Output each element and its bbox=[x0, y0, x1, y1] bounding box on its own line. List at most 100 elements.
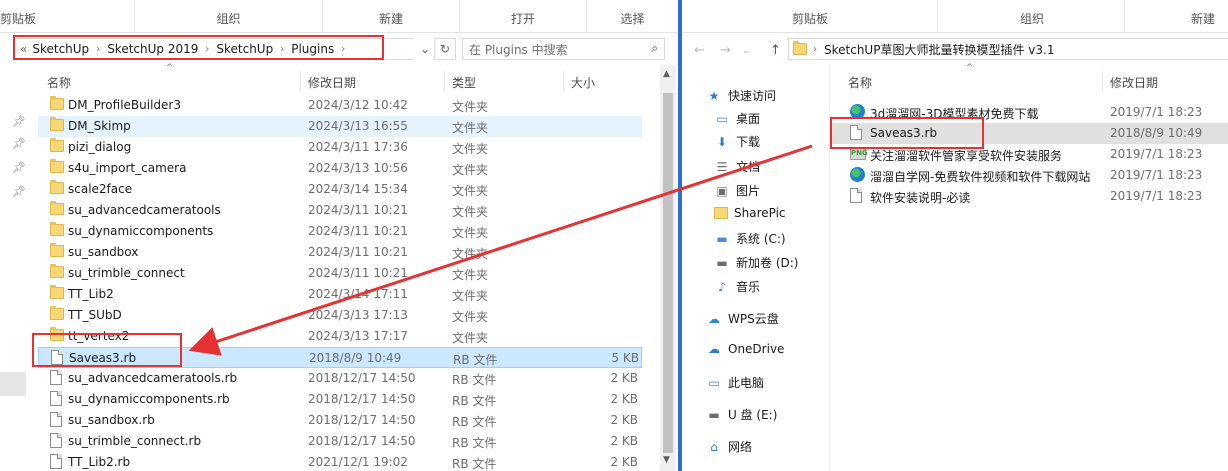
file-name: pizi_dialog bbox=[68, 140, 132, 154]
ribbon-group-organize[interactable]: 组织 bbox=[938, 0, 1125, 33]
back-arrow-icon[interactable]: ← bbox=[694, 43, 705, 58]
file-name: su_sandbox bbox=[68, 245, 139, 259]
scrollbar-thumb[interactable] bbox=[663, 93, 673, 453]
file-date: 2019/7/1 18:23 bbox=[1110, 168, 1203, 182]
refresh-icon[interactable]: ↻ bbox=[434, 38, 456, 60]
pin-icon[interactable]: 📌︎ bbox=[12, 137, 26, 150]
file-row[interactable]: su_advancedcameratools.rb 2018/12/17 14:5… bbox=[38, 368, 642, 389]
file-row[interactable]: su_trimble_connect 2024/3/11 10:21 文件夹 bbox=[38, 263, 642, 284]
file-name: 关注溜溜软件管家享受软件安装服务 bbox=[870, 149, 1063, 163]
ribbon-group-select[interactable]: 选择 bbox=[587, 0, 678, 33]
desktop-icon: ▭ bbox=[716, 111, 728, 126]
file-type: 文件夹 bbox=[452, 226, 489, 240]
ribbon-group-label: 打开 bbox=[510, 12, 535, 26]
file-row[interactable]: su_sandbox.rb 2018/12/17 14:50 RB 文件 2 KB bbox=[38, 410, 642, 431]
pin-icon[interactable]: 📌︎ bbox=[12, 115, 26, 128]
nav-item[interactable]: ▭ 此电脑 bbox=[706, 374, 764, 391]
ribbon-group-label: 新建 bbox=[378, 12, 403, 26]
file-date: 2024/3/11 10:21 bbox=[308, 203, 408, 217]
address-dropdown-icon[interactable]: ⌄ bbox=[414, 38, 436, 60]
file-row[interactable]: DM_Skimp 2024/3/13 16:55 文件夹 bbox=[38, 116, 642, 137]
ribbon-group-clipboard[interactable]: 剪贴板 bbox=[682, 0, 938, 33]
recent-dropdown-icon[interactable]: ⌄ bbox=[742, 46, 750, 56]
file-icon bbox=[850, 188, 862, 203]
column-date[interactable]: 修改日期 bbox=[1110, 74, 1158, 91]
file-type: 文件夹 bbox=[452, 163, 489, 177]
vertical-scrollbar[interactable]: ▲ ▼ bbox=[660, 65, 676, 471]
search-box[interactable]: 在 Plugins 中搜索 ⌕ bbox=[462, 38, 665, 60]
breadcrumb-item[interactable]: SketchUP草图大师批量转换模型插件 v3.1 bbox=[819, 41, 1059, 58]
network-icon: ⌂ bbox=[710, 439, 718, 454]
column-date[interactable]: 修改日期 bbox=[308, 74, 356, 91]
ribbon-group-new[interactable]: 新建 bbox=[323, 0, 460, 33]
column-type[interactable]: 类型 bbox=[452, 74, 476, 91]
ribbon-group-organize[interactable]: 组织 bbox=[135, 0, 323, 33]
file-row[interactable]: su_dynamiccomponents 2024/3/11 10:21 文件夹 bbox=[38, 221, 642, 242]
nav-item-label: 网络 bbox=[728, 440, 753, 454]
file-type: 文件夹 bbox=[452, 100, 489, 114]
scroll-down-icon[interactable]: ▼ bbox=[663, 455, 670, 465]
annotation-box-left-file bbox=[32, 333, 182, 367]
pin-icon[interactable]: 📌︎ bbox=[12, 161, 26, 174]
nav-item[interactable]: ▬ U 盘 (E:) bbox=[706, 406, 777, 423]
forward-arrow-icon[interactable]: → bbox=[720, 43, 731, 58]
ribbon-group-open[interactable]: 打开 bbox=[460, 0, 587, 33]
file-date: 2018/12/17 14:50 bbox=[308, 434, 416, 448]
search-input[interactable]: 在 Plugins 中搜索 bbox=[469, 41, 568, 58]
nav-item[interactable]: ▬ 新加卷 (D:) bbox=[714, 254, 798, 271]
chevron-right-icon[interactable]: › bbox=[811, 44, 819, 55]
nav-item-label: U 盘 (E:) bbox=[728, 408, 778, 422]
nav-item[interactable]: ⬇ 下载 bbox=[714, 133, 760, 150]
nav-item[interactable]: ▬ 系统 (C:) bbox=[714, 230, 786, 247]
column-size[interactable]: 大小 bbox=[571, 74, 595, 91]
file-date: 2018/12/17 14:50 bbox=[308, 392, 416, 406]
file-row[interactable]: pizi_dialog 2024/3/11 17:36 文件夹 bbox=[38, 137, 642, 158]
file-name: su_sandbox.rb bbox=[68, 413, 155, 427]
column-divider[interactable] bbox=[300, 71, 301, 91]
pin-icon[interactable]: 📌︎ bbox=[12, 185, 26, 198]
explorer-window-plugin-package: 剪贴板 组织 新建 ← → ⌄ ↑ › SketchUP草图大师批量转换模型插件… bbox=[682, 0, 1228, 471]
nav-item[interactable]: ☁ OneDrive bbox=[706, 342, 784, 356]
sort-up-icon: ^ bbox=[966, 63, 974, 73]
column-name[interactable]: 名称 bbox=[848, 74, 872, 91]
file-row[interactable]: TT_SUbD 2024/3/13 17:13 文件夹 bbox=[38, 305, 642, 326]
up-arrow-icon[interactable]: ↑ bbox=[770, 43, 781, 58]
file-row[interactable]: 溜溜自学网-免费软件视频和软件下载网站 2019/7/1 18:23 bbox=[830, 165, 1228, 186]
nav-item[interactable]: ⌂ 网络 bbox=[706, 438, 752, 455]
file-row[interactable]: TT_Lib2 2024/3/14 17:11 文件夹 bbox=[38, 284, 642, 305]
nav-item[interactable]: ☁ WPS云盘 bbox=[706, 310, 779, 327]
file-row[interactable]: DM_ProfileBuilder3 2024/3/12 10:42 文件夹 bbox=[38, 95, 642, 116]
nav-item-selected[interactable] bbox=[0, 372, 26, 396]
file-row[interactable]: TT_Lib2.rb 2021/12/1 19:02 RB 文件 2 KB bbox=[38, 452, 642, 471]
ribbon-group-label: 剪贴板 bbox=[0, 12, 37, 26]
nav-item[interactable]: ♪ 音乐 bbox=[714, 278, 760, 295]
column-name[interactable]: 名称 bbox=[47, 74, 71, 91]
column-divider[interactable] bbox=[563, 71, 564, 91]
file-row[interactable]: su_advancedcameratools 2024/3/11 10:21 文件夹 bbox=[38, 200, 642, 221]
ribbon-group-new[interactable]: 新建 bbox=[1125, 0, 1228, 33]
column-divider[interactable] bbox=[1102, 71, 1103, 91]
file-row[interactable]: s4u_import_camera 2024/3/13 10:56 文件夹 bbox=[38, 158, 642, 179]
nav-item-label: 系统 (C:) bbox=[736, 232, 786, 246]
picture-icon: ▣ bbox=[716, 183, 728, 198]
file-row[interactable]: su_sandbox 2024/3/11 10:21 文件夹 bbox=[38, 242, 642, 263]
nav-item[interactable]: ☰ 文档 bbox=[714, 158, 760, 175]
file-size: 2 KB bbox=[610, 413, 638, 427]
column-header: ^ 名称 修改日期 类型 大小 bbox=[38, 63, 678, 95]
folder-icon bbox=[50, 285, 64, 299]
ribbon-group-clipboard[interactable]: 剪贴板 bbox=[0, 0, 135, 33]
ribbon-group-label: 选择 bbox=[620, 12, 645, 26]
file-row[interactable]: scale2face 2024/3/14 15:34 文件夹 bbox=[38, 179, 642, 200]
address-bar[interactable]: › SketchUP草图大师批量转换模型插件 v3.1 bbox=[788, 38, 1228, 60]
file-row[interactable]: 软件安装说明-必读 2019/7/1 18:23 bbox=[830, 186, 1228, 207]
search-icon[interactable]: ⌕ bbox=[651, 41, 658, 56]
file-row[interactable]: su_trimble_connect.rb 2018/12/17 14:50 RB … bbox=[38, 431, 642, 452]
file-name: su_trimble_connect bbox=[68, 266, 185, 280]
column-divider[interactable] bbox=[444, 71, 445, 91]
nav-item[interactable]: SharePic bbox=[714, 206, 786, 220]
scroll-up-icon[interactable]: ▲ bbox=[663, 69, 670, 79]
nav-item[interactable]: ★ 快速访问 bbox=[706, 87, 776, 104]
nav-item[interactable]: ▭ 桌面 bbox=[714, 110, 760, 127]
file-row[interactable]: su_dynamiccomponents.rb 2018/12/17 14:50 R… bbox=[38, 389, 642, 410]
nav-item[interactable]: ▣ 图片 bbox=[714, 182, 760, 199]
